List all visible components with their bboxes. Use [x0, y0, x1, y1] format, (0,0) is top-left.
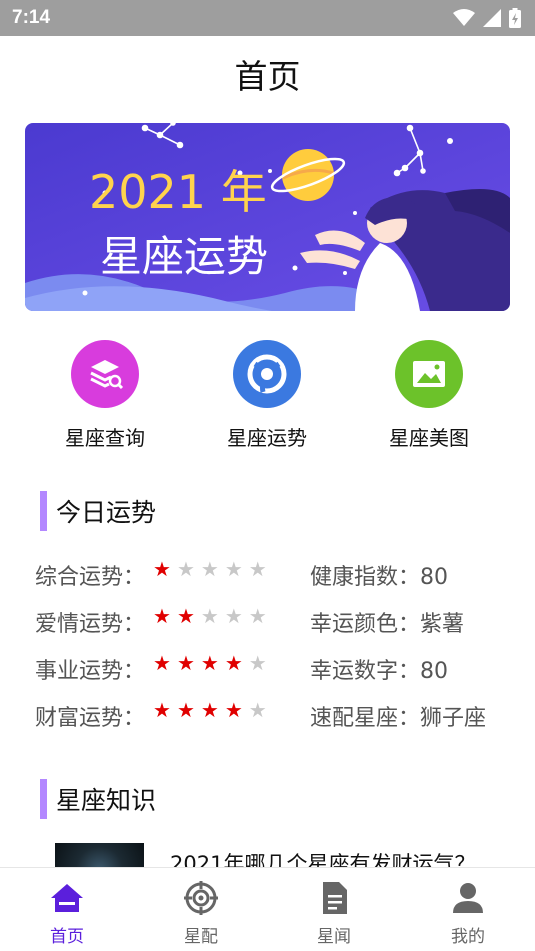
- section-title-today-fortune: 今日运势: [40, 491, 156, 531]
- star-filled-icon: ★: [153, 557, 171, 581]
- banner-line1: 2021 年: [89, 165, 267, 219]
- signal-icon: [483, 9, 501, 27]
- banner[interactable]: 2021 年 星座运势: [25, 123, 510, 311]
- star-filled-icon: ★: [200, 698, 219, 722]
- article-thumbnail: [55, 843, 144, 870]
- page-title: 首页: [234, 57, 301, 96]
- star-filled-icon: ★: [176, 651, 195, 675]
- fortune-info: 速配星座：狮子座: [310, 697, 486, 741]
- home-icon: [51, 884, 83, 912]
- fortune-info: 幸运颜色：紫薯: [310, 603, 464, 647]
- swirl-icon: [233, 340, 301, 408]
- battery-icon: [509, 8, 521, 28]
- tab-label: 我的: [451, 927, 485, 947]
- star-empty-icon: ★: [248, 604, 267, 628]
- tab-label: 首页: [50, 927, 84, 947]
- star-filled-icon: ★: [224, 651, 243, 675]
- star-filled-icon: ★: [153, 604, 171, 628]
- person-icon: [453, 883, 483, 913]
- quick-item-constellation-query[interactable]: 星座查询: [45, 340, 165, 451]
- fortune-row: 爱情运势： ★ ★ ★ ★ ★ 幸运颜色：紫薯: [0, 603, 535, 647]
- tab-home[interactable]: 首页: [0, 868, 134, 951]
- status-bar: 7:14: [0, 0, 535, 36]
- star-rating: ★ ★ ★ ★ ★: [153, 606, 267, 626]
- quick-item-constellation-gallery[interactable]: 星座美图: [369, 340, 489, 451]
- fortune-label: 事业运势：: [35, 659, 146, 684]
- star-filled-icon: ★: [153, 651, 171, 675]
- fortune-panel: 综合运势： ★ ★ ★ ★ ★ 健康指数：80 爱情运势： ★ ★ ★ ★ ★ 幸运颜色：紫薯 …: [0, 556, 535, 746]
- info-value: 狮子座: [420, 706, 487, 731]
- fortune-label: 财富运势：: [35, 706, 146, 731]
- quick-item-constellation-fortune[interactable]: 星座运势: [207, 340, 327, 451]
- info-label: 健康指数：: [310, 565, 421, 590]
- tab-label: 星配: [184, 927, 218, 947]
- info-value: 80: [420, 659, 449, 684]
- quick-label: 星座美图: [389, 426, 469, 450]
- fortune-label: 综合运势：: [35, 565, 146, 590]
- tab-label: 星闻: [317, 927, 351, 947]
- star-filled-icon: ★: [224, 698, 243, 722]
- section-title-knowledge: 星座知识: [40, 779, 156, 819]
- image-icon: [395, 340, 463, 408]
- tab-mine[interactable]: 我的: [401, 868, 535, 951]
- fortune-info: 幸运数字：80: [310, 650, 448, 694]
- info-value: 80: [420, 565, 449, 590]
- star-rating: ★ ★ ★ ★ ★: [153, 653, 267, 673]
- fortune-row: 综合运势： ★ ★ ★ ★ ★ 健康指数：80: [0, 556, 535, 600]
- info-label: 幸运颜色：: [310, 612, 421, 637]
- star-empty-icon: ★: [248, 698, 267, 722]
- app-header: 首页: [0, 36, 535, 112]
- fortune-row: 财富运势： ★ ★ ★ ★ ★ 速配星座：狮子座: [0, 697, 535, 741]
- quick-nav: 星座查询 星座运势 星座美图: [0, 340, 535, 450]
- star-empty-icon: ★: [224, 557, 243, 581]
- info-label: 幸运数字：: [310, 659, 421, 684]
- banner-illustration: 2021 年 星座运势: [25, 123, 510, 311]
- star-filled-icon: ★: [176, 604, 195, 628]
- star-filled-icon: ★: [153, 698, 171, 722]
- section-text: 星座知识: [56, 786, 157, 815]
- target-icon: [184, 881, 218, 915]
- fortune-label: 爱情运势：: [35, 612, 146, 637]
- star-filled-icon: ★: [176, 698, 195, 722]
- info-value: 紫薯: [420, 612, 465, 637]
- star-empty-icon: ★: [248, 557, 267, 581]
- fortune-info: 健康指数：80: [310, 556, 448, 600]
- document-icon: [323, 882, 347, 914]
- tab-match[interactable]: 星配: [134, 868, 268, 951]
- star-rating: ★ ★ ★ ★ ★: [153, 700, 267, 720]
- star-filled-icon: ★: [200, 651, 219, 675]
- tab-news[interactable]: 星闻: [267, 868, 401, 951]
- layers-search-icon: [71, 340, 139, 408]
- star-empty-icon: ★: [248, 651, 267, 675]
- status-icons: [453, 7, 521, 29]
- section-bar: [40, 779, 47, 819]
- knowledge-list-item[interactable]: 2021年哪几个星座有发财运气？: [0, 840, 535, 876]
- info-label: 速配星座：: [310, 706, 421, 731]
- fortune-row: 事业运势： ★ ★ ★ ★ ★ 幸运数字：80: [0, 650, 535, 694]
- section-bar: [40, 491, 47, 531]
- status-time: 7:14: [12, 7, 51, 28]
- star-rating: ★ ★ ★ ★ ★: [153, 559, 267, 579]
- star-empty-icon: ★: [200, 604, 219, 628]
- banner-line2: 星座运势: [100, 232, 268, 281]
- star-empty-icon: ★: [200, 557, 219, 581]
- quick-label: 星座查询: [65, 426, 145, 450]
- bottom-tab-bar: 首页 星配 星闻 我的: [0, 867, 535, 951]
- star-empty-icon: ★: [224, 604, 243, 628]
- star-empty-icon: ★: [176, 557, 195, 581]
- section-text: 今日运势: [56, 498, 157, 527]
- quick-label: 星座运势: [227, 426, 307, 450]
- wifi-icon: [453, 9, 475, 26]
